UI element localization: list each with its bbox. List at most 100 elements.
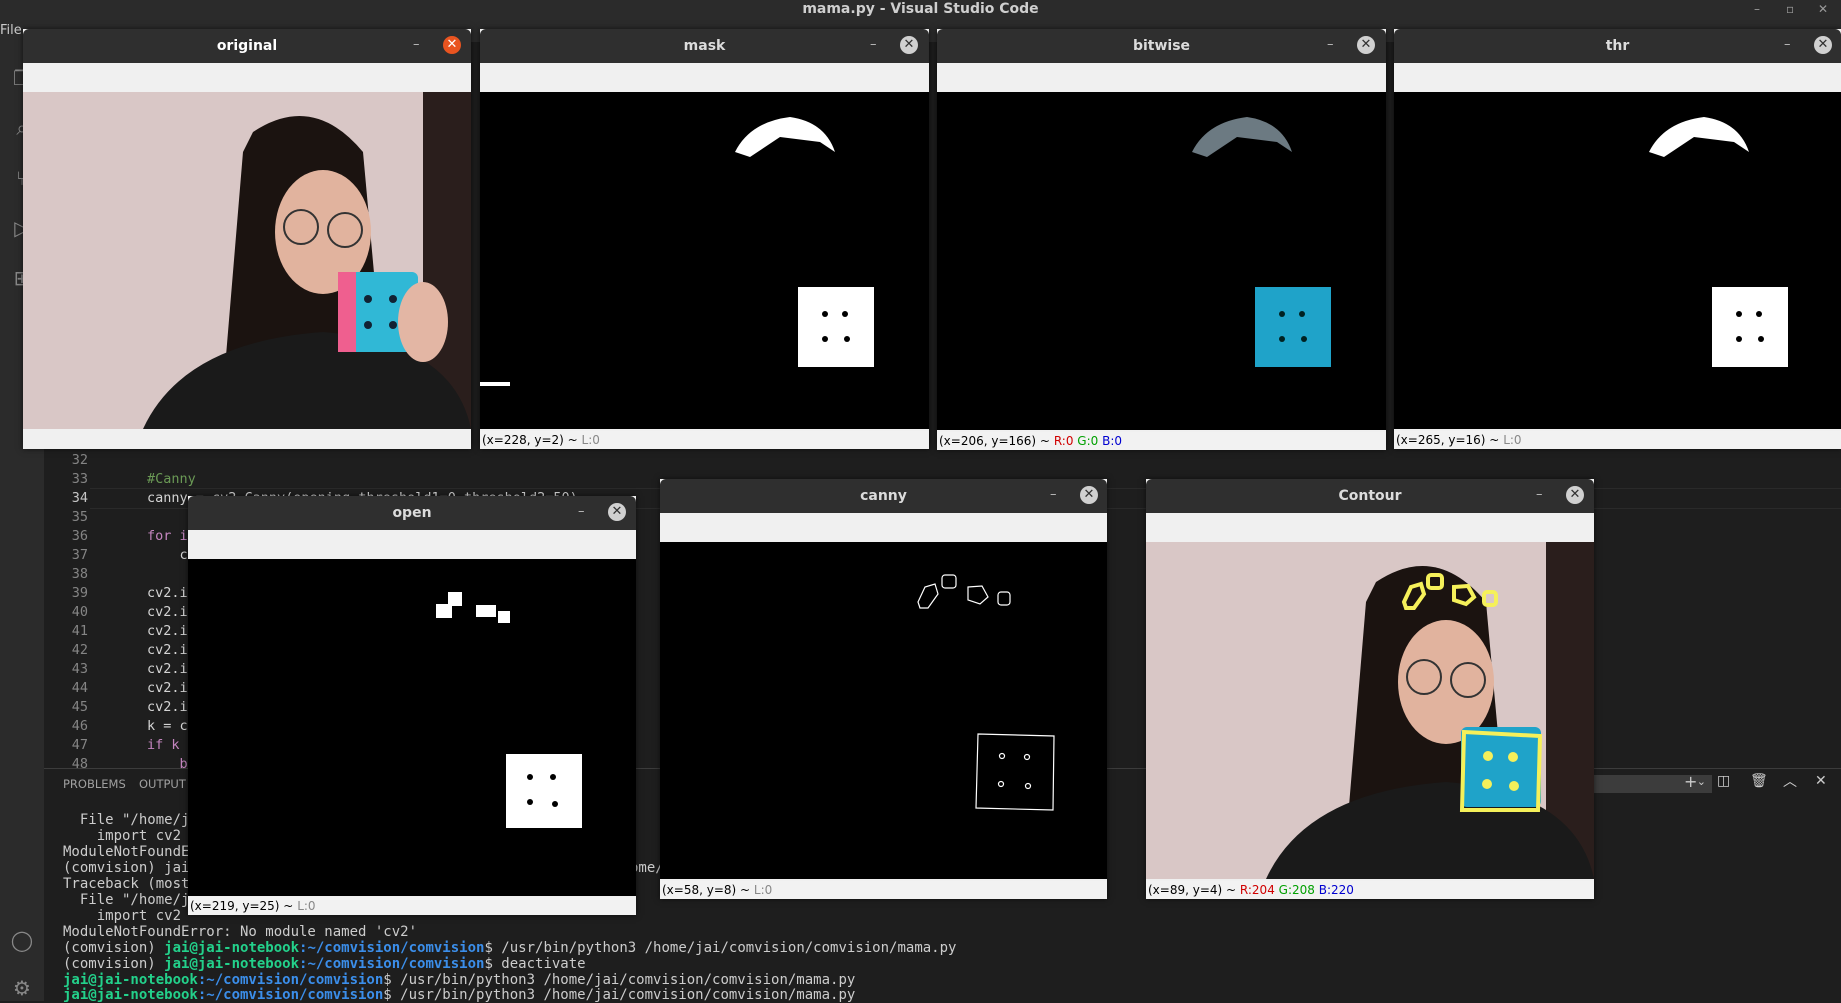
close-icon[interactable]: ✕ (608, 503, 626, 521)
status-coords: (x=228, y=2) ~ (482, 433, 578, 447)
close-icon[interactable]: ✕ (900, 36, 918, 54)
code-line: c (147, 547, 188, 563)
vscode-titlebar: mama.py - Visual Studio Code – ▫ ✕ (0, 0, 1841, 20)
line-number: 44 (71, 680, 88, 696)
line-number: 37 (71, 547, 88, 563)
window-titlebar[interactable]: mask – ✕ (480, 29, 929, 63)
status-r: R:0 (1053, 434, 1074, 448)
camera-image (23, 92, 471, 429)
status-g: G:0 (1077, 434, 1099, 448)
window-statusbar: (x=265, y=16) ~ L:0 (1394, 431, 1841, 449)
terminal-prompt-line: jai@jai-notebook:~/comvision/comvision$ … (63, 972, 855, 988)
opencv-window-mask[interactable]: mask – ✕ (x=228, y=2) ~ L:0 (480, 29, 929, 449)
new-terminal-icon[interactable]: + (1684, 772, 1697, 791)
minimize-icon[interactable]: – (870, 37, 877, 52)
thr-image (1394, 92, 1841, 429)
window-titlebar[interactable]: canny – ✕ (660, 479, 1107, 513)
close-icon[interactable]: ✕ (443, 36, 461, 54)
window-statusbar: (x=58, y=8) ~ L:0 (660, 881, 1107, 899)
minimize-icon[interactable]: – (1050, 487, 1057, 502)
window-titlebar[interactable]: open – ✕ (188, 496, 636, 530)
window-titlebar[interactable]: bitwise – ✕ (937, 29, 1386, 63)
line-number: 45 (71, 699, 88, 715)
maximize-panel-icon[interactable]: ︿ (1783, 771, 1797, 791)
close-panel-icon[interactable]: ✕ (1815, 773, 1827, 789)
code-line: if k (147, 737, 180, 753)
window-statusbar: (x=206, y=166) ~ R:0 G:0 B:0 (937, 432, 1386, 450)
window-title-canny: canny (860, 488, 907, 504)
window-titlebar[interactable]: thr – ✕ (1394, 29, 1841, 63)
bitwise-image (937, 92, 1386, 430)
minimize-icon[interactable]: – (1784, 37, 1791, 52)
open-image (188, 559, 636, 896)
terminal-line: import cv2 (63, 828, 182, 844)
trash-icon[interactable]: 🗑 (1750, 773, 1768, 789)
minimize-icon[interactable]: – (578, 504, 585, 519)
mask-image (480, 92, 929, 429)
opencv-window-open[interactable]: open – ✕ (x=219, y=25) ~ L:0 (188, 496, 636, 915)
window-title-original: original (216, 38, 278, 54)
line-number: 33 (71, 471, 88, 487)
webcam-scene-drawing (23, 92, 471, 429)
opencv-window-canny[interactable]: canny – ✕ (x=58, y=8) ~ L:0 (660, 479, 1107, 899)
account-icon[interactable]: ◯ (10, 928, 34, 952)
status-level: L:0 (581, 433, 600, 447)
tab-problems[interactable]: PROBLEMS (63, 777, 126, 791)
window-titlebar[interactable]: Contour – ✕ (1146, 479, 1594, 513)
opencv-window-bitwise[interactable]: bitwise – ✕ (x=206, y=166) ~ R:0 G:0 B:0 (937, 29, 1386, 450)
terminal-line: Traceback (most (63, 876, 190, 892)
tab-output[interactable]: OUTPUT (139, 777, 186, 791)
status-g: G:208 (1278, 883, 1315, 897)
code-line: cv2.i (147, 604, 188, 620)
close-icon[interactable]: ✕ (1814, 36, 1832, 54)
status-b: B:0 (1102, 434, 1123, 448)
code-line: cv2.i (147, 623, 188, 639)
terminal-line: File "/home/ja (63, 812, 198, 828)
minimize-icon[interactable]: – (1327, 37, 1334, 52)
line-number: 47 (71, 737, 88, 753)
window-toolbar (188, 530, 636, 559)
menu-file[interactable]: File (0, 23, 22, 38)
close-icon[interactable]: ✕ (1357, 36, 1375, 54)
opencv-window-original[interactable]: original – ✕ (23, 29, 471, 449)
status-coords: (x=219, y=25) ~ (190, 899, 294, 913)
window-toolbar (480, 63, 929, 92)
line-number: 36 (71, 528, 88, 544)
line-number: 42 (71, 642, 88, 658)
prompt-env: (comvision) (63, 940, 165, 956)
window-title-bitwise: bitwise (1132, 38, 1191, 54)
prompt-user: jai@jai-notebook (164, 956, 300, 972)
window-title-mask: mask (683, 38, 726, 54)
window-toolbar (937, 63, 1386, 92)
prompt-path: :~/comvision/comvision (197, 972, 384, 988)
minimize-icon[interactable]: – (413, 37, 420, 52)
contour-drawing (1146, 542, 1594, 879)
split-terminal-icon[interactable]: ◫ (1717, 773, 1730, 789)
code-line: cv2.i (147, 585, 188, 601)
minimize-icon[interactable]: – (1536, 487, 1543, 502)
code-line: cv2.i (147, 699, 188, 715)
window-titlebar[interactable]: original – ✕ (23, 29, 471, 63)
status-coords: (x=89, y=4) ~ (1148, 883, 1237, 897)
code-line: cv2.i (147, 680, 188, 696)
close-icon[interactable]: ✕ (1080, 486, 1098, 504)
terminal-line: (comvision) jai@ (63, 860, 198, 876)
minimize-icon[interactable]: – (1754, 2, 1760, 16)
maximize-icon[interactable]: ▫ (1786, 2, 1794, 16)
line-number: 41 (71, 623, 88, 639)
line-number: 35 (71, 509, 88, 525)
line-number: 32 (71, 452, 88, 468)
opencv-window-contour[interactable]: Contour – ✕ (x=89, y=4) ~ R:204 G:208 B:… (1146, 479, 1594, 899)
bitwise-drawing (1192, 117, 1331, 367)
code-line: k = c (147, 718, 188, 734)
close-icon[interactable]: ✕ (1566, 486, 1584, 504)
close-icon[interactable]: ✕ (1818, 2, 1828, 16)
mask-drawing (480, 117, 874, 386)
settings-gear-icon[interactable]: ⚙ (10, 976, 34, 1000)
prompt-user: jai@jai-notebook (164, 940, 300, 956)
canny-image (660, 542, 1107, 879)
window-title-contour: Contour (1338, 488, 1402, 504)
prompt-path: :~/comvision/comvision (299, 940, 485, 956)
window-statusbar: (x=89, y=4) ~ R:204 G:208 B:220 (1146, 881, 1594, 899)
opencv-window-thr[interactable]: thr – ✕ (x=265, y=16) ~ L:0 (1394, 29, 1841, 449)
